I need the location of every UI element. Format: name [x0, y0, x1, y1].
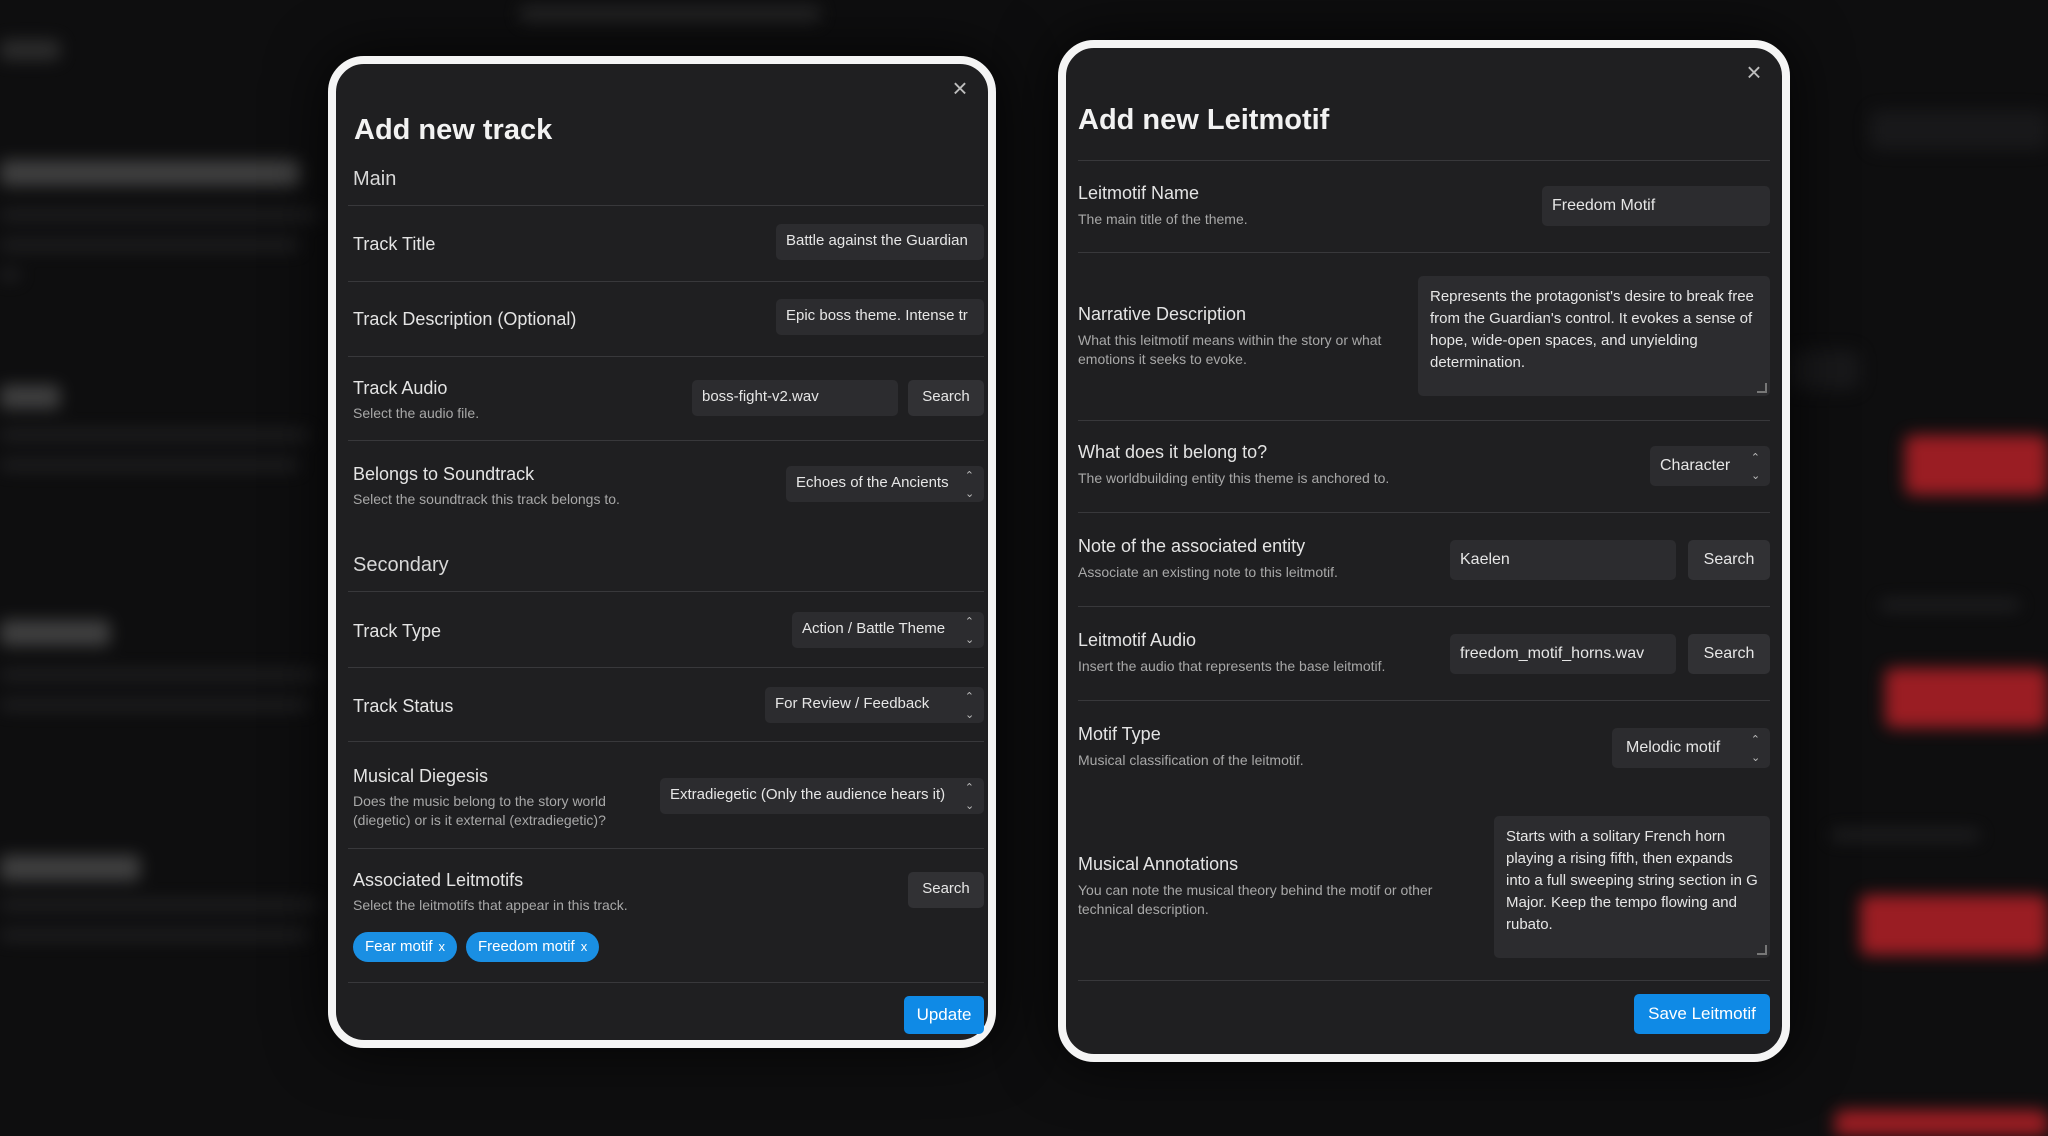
leitmotifs-hint: Select the leitmotifs that appear in thi…	[353, 897, 628, 913]
divider	[348, 848, 984, 849]
annotations-hint: You can note the musical theory behind t…	[1078, 882, 1433, 917]
soundtrack-label: Belongs to Soundtrack	[353, 464, 535, 484]
track-audio-search-button[interactable]: Search	[908, 380, 984, 416]
divider	[1078, 420, 1770, 421]
chip-label: Fear motif	[365, 938, 433, 955]
leitmotif-audio-hint: Insert the audio that represents the bas…	[1078, 658, 1386, 674]
track-title-label: Track Title	[353, 234, 436, 254]
chevron-up-down-icon: ⌃ ⌃	[964, 691, 974, 719]
track-type-select-value: Action / Battle Theme	[802, 620, 946, 637]
leitmotif-chip[interactable]: Fear motif x	[353, 932, 458, 962]
divider	[1078, 700, 1770, 701]
motif-type-select[interactable]: Melodic motif ⌃ ⌃	[1612, 728, 1770, 768]
add-leitmotif-modal: × Add new Leitmotif Leitmotif Name The m…	[1058, 40, 1790, 1062]
entity-note-hint: Associate an existing note to this leitm…	[1078, 564, 1338, 580]
narrative-hint: What this leitmotif means within the sto…	[1078, 332, 1382, 367]
belongs-label: What does it belong to?	[1078, 442, 1268, 462]
motif-type-select-value: Melodic motif	[1626, 739, 1721, 756]
track-description-label: Track Description (Optional)	[353, 309, 577, 329]
resize-handle-icon[interactable]	[1757, 945, 1767, 955]
annotations-text: Starts with a solitary French horn playi…	[1506, 828, 1758, 933]
leitmotif-name-hint: The main title of the theme.	[1078, 211, 1248, 227]
chevron-up-down-icon: ⌃ ⌃	[1750, 734, 1760, 762]
close-icon[interactable]: ×	[946, 74, 974, 102]
track-description-input[interactable]: Epic boss theme. Intense tr	[776, 299, 984, 335]
save-leitmotif-button[interactable]: Save Leitmotif	[1634, 994, 1770, 1034]
add-track-modal: × Add new track Main Track Title Battle …	[328, 56, 996, 1048]
narrative-text: Represents the protagonist's desire to b…	[1430, 288, 1754, 371]
track-status-label: Track Status	[353, 696, 454, 716]
chevron-up-down-icon: ⌃ ⌃	[964, 782, 974, 810]
entity-note-input[interactable]: Kaelen	[1450, 540, 1676, 580]
annotations-textarea[interactable]: Starts with a solitary French horn playi…	[1494, 816, 1770, 958]
leitmotif-name-label: Leitmotif Name	[1078, 183, 1200, 203]
remove-chip-icon[interactable]: x	[439, 939, 446, 954]
divider	[348, 591, 984, 592]
track-title-input[interactable]: Battle against the Guardian	[776, 224, 984, 260]
chevron-up-down-icon: ⌃ ⌃	[1750, 452, 1760, 480]
annotations-label: Musical Annotations	[1078, 854, 1239, 874]
diegesis-label: Musical Diegesis	[353, 766, 489, 786]
divider	[1078, 980, 1770, 981]
divider	[348, 205, 984, 206]
narrative-label: Narrative Description	[1078, 304, 1247, 324]
chevron-up-down-icon: ⌃ ⌃	[964, 470, 974, 498]
modal-title: Add new Leitmotif	[1078, 104, 1330, 136]
leitmotifs-label: Associated Leitmotifs	[353, 870, 524, 890]
diegesis-select[interactable]: Extradiegetic (Only the audience hears i…	[660, 778, 984, 814]
update-button[interactable]: Update	[904, 996, 984, 1034]
track-status-select-value: For Review / Feedback	[775, 695, 930, 712]
remove-chip-icon[interactable]: x	[581, 939, 588, 954]
divider	[348, 440, 984, 441]
entity-note-search-button[interactable]: Search	[1688, 540, 1770, 580]
belongs-hint: The worldbuilding entity this theme is a…	[1078, 470, 1390, 486]
diegesis-select-value: Extradiegetic (Only the audience hears i…	[670, 786, 946, 803]
leitmotifs-search-button[interactable]: Search	[908, 872, 984, 908]
soundtrack-hint: Select the soundtrack this track belongs…	[353, 491, 620, 507]
divider	[1078, 160, 1770, 161]
section-secondary: Secondary	[353, 554, 449, 576]
diegesis-hint: Does the music belong to the story world…	[353, 793, 606, 828]
track-audio-input[interactable]: boss-fight-v2.wav	[692, 380, 898, 416]
track-status-select[interactable]: For Review / Feedback ⌃ ⌃	[765, 687, 984, 723]
motif-type-hint: Musical classification of the leitmotif.	[1078, 752, 1304, 768]
chip-label: Freedom motif	[478, 938, 575, 955]
leitmotif-audio-search-button[interactable]: Search	[1688, 634, 1770, 674]
divider	[348, 281, 984, 282]
divider	[348, 356, 984, 357]
motif-type-label: Motif Type	[1078, 724, 1161, 744]
track-type-select[interactable]: Action / Battle Theme ⌃ ⌃	[792, 612, 984, 648]
track-audio-label: Track Audio	[353, 378, 448, 398]
chevron-up-down-icon: ⌃ ⌃	[964, 616, 974, 644]
soundtrack-select-value: Echoes of the Ancients	[796, 474, 949, 491]
belongs-select-value: Character	[1660, 457, 1731, 474]
leitmotif-audio-input[interactable]: freedom_motif_horns.wav	[1450, 634, 1676, 674]
divider	[1078, 512, 1770, 513]
leitmotif-chip[interactable]: Freedom motif x	[466, 932, 600, 962]
leitmotif-audio-label: Leitmotif Audio	[1078, 630, 1197, 650]
divider	[1078, 252, 1770, 253]
close-icon[interactable]: ×	[1740, 58, 1768, 86]
divider	[348, 667, 984, 668]
track-type-label: Track Type	[353, 621, 442, 641]
divider	[348, 982, 984, 983]
belongs-select[interactable]: Character ⌃ ⌃	[1650, 446, 1770, 486]
divider	[1078, 606, 1770, 607]
entity-note-label: Note of the associated entity	[1078, 536, 1306, 556]
divider	[348, 741, 984, 742]
track-audio-hint: Select the audio file.	[353, 405, 480, 421]
modal-title: Add new track	[354, 114, 553, 146]
section-main: Main	[353, 168, 397, 190]
leitmotif-name-input[interactable]: Freedom Motif	[1542, 186, 1770, 226]
soundtrack-select[interactable]: Echoes of the Ancients ⌃ ⌃	[786, 466, 984, 502]
narrative-textarea[interactable]: Represents the protagonist's desire to b…	[1418, 276, 1770, 396]
resize-handle-icon[interactable]	[1757, 383, 1767, 393]
